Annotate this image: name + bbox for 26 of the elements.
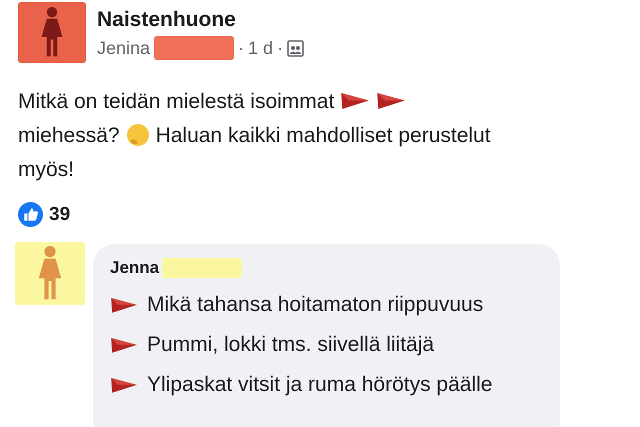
flag-icon [340,92,370,110]
flag-icon [110,376,138,394]
comment-text: Pummi, lokki tms. siivellä liitäjä [147,333,434,357]
like-count: 39 [49,204,70,226]
post-text: Mitkä on teidän mielestä isoimmat [18,90,334,112]
flag-icon [376,92,406,110]
post-text: Haluan kaikki mahdolliset perustelut [156,124,491,146]
commenter-name[interactable]: Jenna [110,258,160,278]
post-time[interactable]: 1 d [248,38,274,58]
author-name[interactable]: Jenina [97,38,150,58]
group-avatar[interactable] [18,2,86,63]
comment-text: Mikä tahansa hoitamaton riippuvuus [147,293,484,317]
separator: · [238,38,244,58]
commenter-avatar[interactable] [15,242,85,305]
group-name[interactable]: Naistenhuone [97,8,304,32]
members-icon [287,40,304,56]
woman-figure-icon [39,6,65,58]
comment-text: Ylipaskat vitsit ja ruma hörötys päälle [147,373,492,397]
post-text: miehessä? [18,124,120,146]
flag-icon [110,336,138,354]
separator: · [277,38,284,58]
woman-figure-icon [36,246,64,302]
like-icon [18,202,43,227]
flag-icon [110,296,138,314]
thinking-emoji-icon [126,123,150,147]
post-text: myös! [18,158,74,180]
